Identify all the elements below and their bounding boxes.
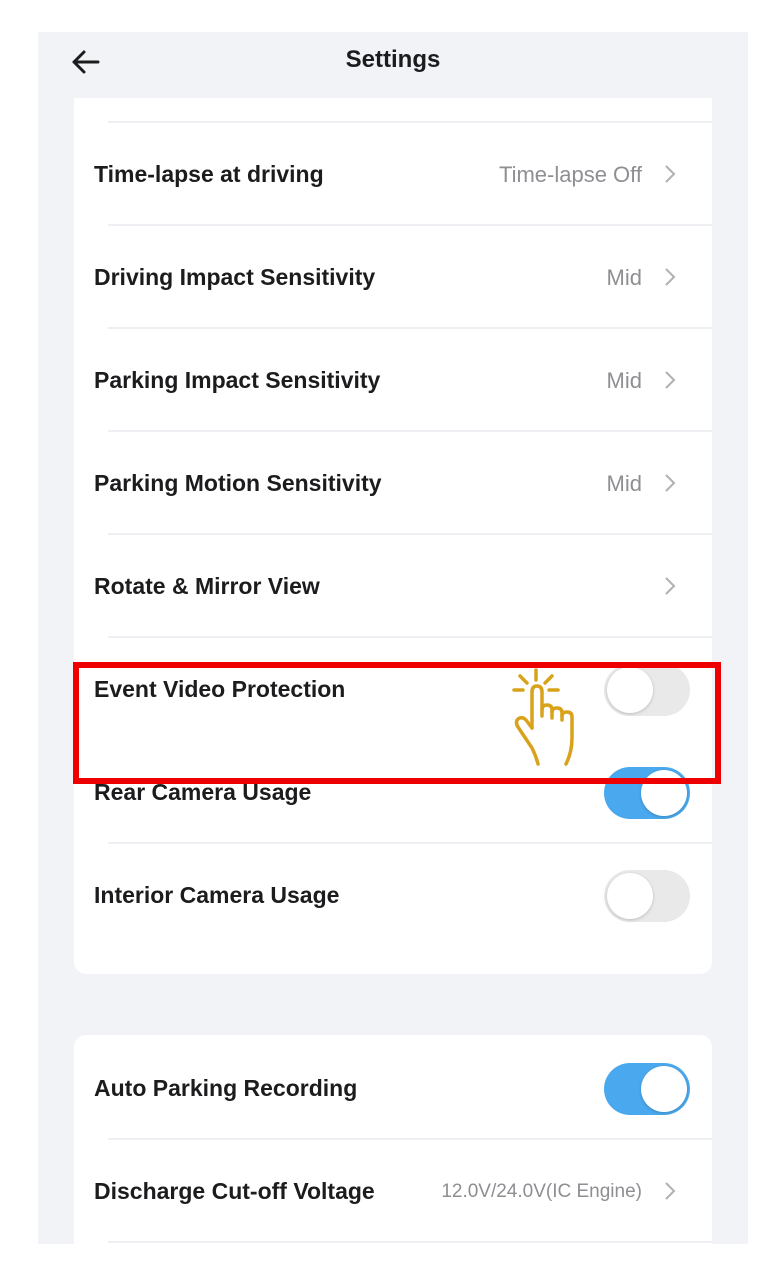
chevron-right-icon: [665, 1182, 676, 1200]
setting-rotate-mirror[interactable]: Rotate & Mirror View: [74, 535, 712, 638]
app-header: Settings: [38, 32, 748, 98]
setting-label: Parking Impact Sensitivity: [94, 367, 381, 393]
setting-value: Mid: [606, 368, 642, 393]
setting-discharge-voltage[interactable]: Discharge Cut-off Voltage 12.0V/24.0V(IC…: [74, 1140, 712, 1243]
page-title: Settings: [345, 46, 441, 73]
parking-settings-card: Auto Parking Recording Discharge Cut-off…: [74, 1035, 712, 1244]
setting-label: Interior Camera Usage: [94, 882, 340, 908]
setting-value: 12.0V/24.0V(IC Engine): [441, 1181, 642, 1202]
setting-timelapse[interactable]: Time-lapse at driving Time-lapse Off: [74, 123, 712, 226]
setting-label: Discharge Cut-off Voltage: [94, 1178, 375, 1204]
setting-parking-motion[interactable]: Parking Motion Sensitivity Mid: [74, 432, 712, 535]
chevron-right-icon: [665, 474, 676, 492]
setting-auto-parking: Auto Parking Recording: [74, 1037, 712, 1140]
setting-label: Rotate & Mirror View: [94, 573, 320, 599]
event-video-toggle[interactable]: [604, 664, 690, 716]
toggle-knob: [607, 873, 653, 919]
setting-parking-impact[interactable]: Parking Impact Sensitivity Mid: [74, 329, 712, 432]
setting-value: Mid: [606, 265, 642, 290]
toggle-knob: [641, 1066, 687, 1112]
chevron-right-icon: [665, 165, 676, 183]
setting-label: Event Video Protection: [94, 676, 346, 702]
tap-hand-icon: [512, 668, 574, 766]
camera-settings-card: Video Enhancing(Driving) HDR Time-lapse …: [74, 52, 712, 974]
chevron-right-icon: [665, 268, 676, 286]
toggle-knob: [607, 667, 653, 713]
rear-camera-toggle[interactable]: [604, 767, 690, 819]
settings-screen: Settings Video Enhancing(Driving) HDR Ti…: [38, 32, 748, 1244]
row-divider: [108, 1241, 712, 1243]
interior-camera-toggle[interactable]: [604, 870, 690, 922]
setting-rear-camera: Rear Camera Usage: [74, 741, 712, 844]
chevron-right-icon: [665, 577, 676, 595]
setting-value: Time-lapse Off: [498, 162, 642, 187]
setting-interior-camera: Interior Camera Usage: [74, 844, 712, 947]
setting-label: Driving Impact Sensitivity: [94, 264, 376, 290]
toggle-knob: [641, 770, 687, 816]
setting-label: Auto Parking Recording: [94, 1075, 358, 1101]
chevron-right-icon: [665, 371, 676, 389]
setting-label: Time-lapse at driving: [94, 161, 324, 187]
setting-event-video-protection: Event Video Protection: [74, 638, 712, 741]
setting-label: Parking Motion Sensitivity: [94, 470, 382, 496]
setting-value: Mid: [606, 471, 642, 496]
auto-parking-toggle[interactable]: [604, 1063, 690, 1115]
setting-driving-impact[interactable]: Driving Impact Sensitivity Mid: [74, 226, 712, 329]
setting-label: Rear Camera Usage: [94, 779, 312, 805]
